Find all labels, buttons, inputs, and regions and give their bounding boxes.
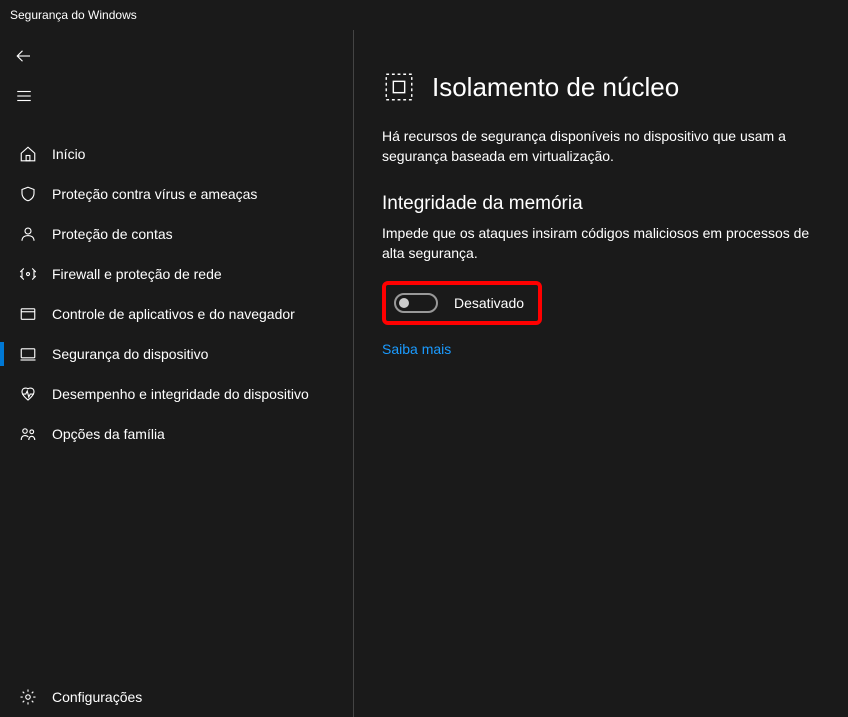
- arrow-left-icon: [15, 47, 33, 65]
- sidebar-item-label: Opções da família: [52, 426, 165, 442]
- person-icon: [19, 225, 37, 243]
- shield-icon: [19, 185, 37, 203]
- sidebar-item-devicesecurity[interactable]: Segurança do dispositivo: [0, 334, 353, 374]
- sidebar-item-performance[interactable]: Desempenho e integridade do dispositivo: [0, 374, 353, 414]
- app-window-icon: [19, 305, 37, 323]
- home-icon: [19, 145, 37, 163]
- heart-pulse-icon: [19, 385, 37, 403]
- sidebar-item-label: Controle de aplicativos e do navegador: [52, 306, 295, 322]
- sidebar-item-home[interactable]: Início: [0, 134, 353, 174]
- sidebar: Início Proteção contra vírus e ameaças: [0, 30, 354, 717]
- window-title: Segurança do Windows: [10, 8, 137, 22]
- sidebar-item-label: Proteção de contas: [52, 226, 173, 242]
- sidebar-item-settings[interactable]: Configurações: [0, 677, 353, 717]
- sidebar-item-label: Configurações: [52, 689, 142, 705]
- sidebar-item-family[interactable]: Opções da família: [0, 414, 353, 454]
- toggle-highlight-annotation: Desativado: [382, 281, 542, 325]
- sidebar-item-label: Proteção contra vírus e ameaças: [52, 186, 257, 202]
- sidebar-item-virus[interactable]: Proteção contra vírus e ameaças: [0, 174, 353, 214]
- sidebar-item-appbrowser[interactable]: Controle de aplicativos e do navegador: [0, 294, 353, 334]
- sidebar-item-label: Desempenho e integridade do dispositivo: [52, 386, 309, 402]
- core-isolation-icon: [382, 70, 416, 104]
- page-description: Há recursos de segurança disponíveis no …: [382, 126, 820, 167]
- window-titlebar: Segurança do Windows: [0, 0, 848, 30]
- menu-button[interactable]: [0, 76, 48, 116]
- sidebar-item-firewall[interactable]: Firewall e proteção de rede: [0, 254, 353, 294]
- page-title: Isolamento de núcleo: [432, 72, 679, 103]
- learn-more-link[interactable]: Saiba mais: [382, 341, 451, 357]
- device-icon: [19, 345, 37, 363]
- gear-icon: [19, 688, 37, 706]
- memory-integrity-toggle[interactable]: [394, 293, 438, 313]
- sidebar-item-label: Firewall e proteção de rede: [52, 266, 222, 282]
- memory-integrity-description: Impede que os ataques insiram códigos ma…: [382, 223, 820, 264]
- memory-integrity-title: Integridade da memória: [382, 193, 820, 215]
- family-icon: [19, 425, 37, 443]
- network-icon: [19, 265, 37, 283]
- sidebar-item-account[interactable]: Proteção de contas: [0, 214, 353, 254]
- hamburger-icon: [15, 87, 33, 105]
- main-content: Isolamento de núcleo Há recursos de segu…: [354, 30, 848, 717]
- sidebar-item-label: Início: [52, 146, 85, 162]
- back-button[interactable]: [0, 36, 48, 76]
- toggle-state-label: Desativado: [454, 295, 524, 311]
- sidebar-item-label: Segurança do dispositivo: [52, 346, 208, 362]
